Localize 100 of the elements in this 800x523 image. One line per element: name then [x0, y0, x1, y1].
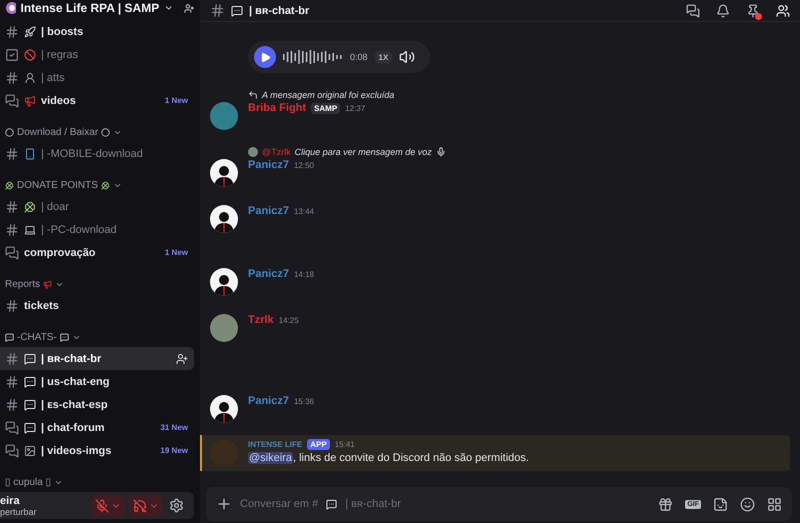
- settings-button[interactable]: [167, 496, 186, 516]
- members-icon[interactable]: [776, 4, 790, 18]
- hash-icon: [5, 200, 19, 214]
- hash-icon: [5, 374, 19, 389]
- avatar-silhouette: [210, 268, 238, 296]
- hash-icon: [210, 3, 225, 18]
- server-name[interactable]: Intense Life RPA | SAMP: [20, 1, 160, 16]
- hash-icon: [5, 352, 19, 366]
- category-label[interactable]: -CHATS-: [17, 332, 57, 343]
- pin-icon[interactable]: [746, 4, 760, 18]
- hash-icon: [5, 298, 19, 313]
- channel-item[interactable]: | -PC-download: [0, 218, 194, 242]
- channel-name: comprovação: [24, 246, 97, 259]
- channel-name: | chat-forum: [41, 422, 106, 434]
- category-label[interactable]: DONATE POINTS: [17, 180, 98, 191]
- hash-icon: [5, 398, 19, 412]
- timestamp: 15:41: [334, 440, 355, 449]
- invite-icon[interactable]: [184, 2, 194, 15]
- play-button[interactable]: [254, 46, 276, 68]
- channel-item[interactable]: comprovação 1 New: [0, 241, 194, 264]
- timestamp: 15:36: [294, 396, 314, 406]
- timestamp: 12:50: [294, 160, 314, 170]
- microphone-muted-icon: [95, 498, 109, 513]
- waveform-drawing: [283, 49, 343, 65]
- timestamp: 14:18: [294, 270, 314, 278]
- user-name: eira: [0, 494, 21, 507]
- threads-icon[interactable]: [686, 4, 700, 18]
- category-label[interactable]: Reports: [5, 278, 40, 290]
- speech-bubble-icon: [24, 398, 36, 411]
- speech-bubble-icon: [24, 422, 36, 434]
- bell-icon[interactable]: [716, 4, 730, 18]
- mention[interactable]: @Tzrlk: [262, 146, 291, 156]
- channel-item[interactable]: | doar: [0, 195, 194, 218]
- channel-item[interactable]: | videos-imgs 19 New: [0, 439, 194, 462]
- avatar-silhouette: [210, 159, 238, 187]
- author-name[interactable]: Panicz7: [248, 159, 289, 171]
- circle-icon: [5, 128, 14, 137]
- plus-icon[interactable]: [216, 496, 232, 512]
- emoji-icon[interactable]: [740, 496, 755, 512]
- placeholder-text: Conversar em #: [240, 498, 318, 510]
- category-label[interactable]: ▯ cupula ▯: [5, 476, 52, 488]
- channel-item[interactable]: | boosts: [0, 20, 194, 44]
- invite-icon[interactable]: [176, 352, 188, 365]
- author-name[interactable]: Panicz7: [248, 268, 289, 280]
- play-icon: [260, 52, 270, 62]
- app-tag: APP: [307, 439, 330, 450]
- guild-tag: SAMP: [311, 102, 340, 114]
- channel-name: videos: [41, 94, 77, 107]
- author-name[interactable]: Panicz7: [248, 205, 289, 217]
- channel-item[interactable]: | ᴇs-chat-esp: [0, 393, 194, 416]
- reply-preview[interactable]: A mensagem original foi excluída: [262, 90, 394, 100]
- channel-item[interactable]: | chat-forum 31 New: [0, 416, 194, 440]
- author-name[interactable]: INTENSE LIFE: [248, 440, 302, 449]
- speed-button[interactable]: 1X: [374, 50, 392, 64]
- channel-item[interactable]: | -MOBILE-download: [0, 142, 194, 166]
- speech-bubble-icon: [24, 352, 36, 365]
- no-entry-icon: [24, 48, 36, 61]
- channel-item[interactable]: videos 1 New: [0, 89, 194, 112]
- timestamp: 12:37: [345, 104, 366, 112]
- channel-item[interactable]: | us-chat-eng: [0, 370, 194, 394]
- headphones-muted-icon: [133, 498, 147, 513]
- clover-icon: [24, 200, 36, 213]
- avatar: [210, 314, 238, 342]
- mention[interactable]: @sikeira: [248, 452, 293, 464]
- channel-name: | -PC-download: [41, 224, 118, 236]
- channel-item[interactable]: tickets: [0, 294, 194, 318]
- reply-preview[interactable]: Clique para ver mensagem de voz: [294, 146, 432, 156]
- channel-item[interactable]: | regras: [0, 43, 194, 66]
- author-name[interactable]: Briba Fight: [248, 102, 306, 114]
- channel-name: | us-chat-eng: [41, 376, 110, 388]
- circle-icon: [101, 128, 110, 137]
- user-status: perturbar: [0, 506, 38, 517]
- microphone-button[interactable]: [91, 494, 125, 517]
- duration: 0:08: [350, 52, 368, 62]
- category-label[interactable]: Download / Baixar: [17, 126, 98, 138]
- reply-icon: [248, 90, 258, 100]
- sticker-icon[interactable]: [713, 496, 728, 512]
- person-icon: [24, 72, 36, 84]
- clover-icon: [100, 180, 110, 190]
- channel-item[interactable]: | ʙʀ-chat-br: [0, 347, 194, 370]
- speech-bubble-icon: [5, 332, 14, 342]
- headphones-button[interactable]: [129, 494, 163, 517]
- laptop-icon: [24, 224, 36, 236]
- volume-icon[interactable]: [399, 49, 416, 65]
- apps-icon[interactable]: [767, 496, 782, 512]
- microphone-icon: [436, 146, 446, 156]
- megaphone-icon: [43, 280, 52, 289]
- new-count: 19 New: [160, 446, 188, 456]
- gift-icon[interactable]: [658, 496, 674, 512]
- hash-icon: [5, 222, 19, 237]
- message-text: , links de convite do Discord não são permitidos.: [292, 452, 529, 464]
- speech-bubble-icon: [60, 332, 69, 342]
- channel-item[interactable]: | atts: [0, 66, 194, 90]
- phone-icon: [24, 148, 36, 160]
- author-name[interactable]: Tzrlk: [248, 314, 274, 326]
- author-name[interactable]: Panicz7: [248, 395, 289, 407]
- new-count: 1 New: [164, 248, 188, 258]
- placeholder-text: | ʙʀ-chat-br: [345, 498, 401, 510]
- forum-icon: [5, 420, 19, 435]
- new-count: 1 New: [164, 96, 188, 106]
